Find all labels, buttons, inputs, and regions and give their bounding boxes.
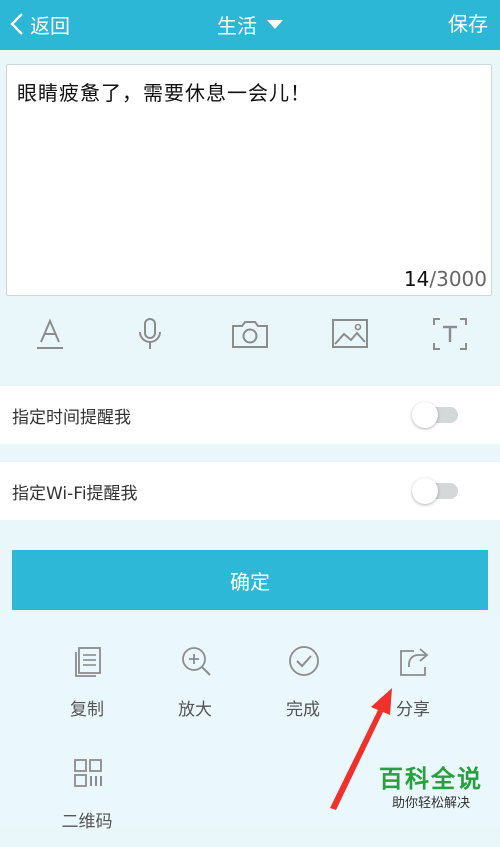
wifi-reminder-label: 指定Wi-Fi提醒我	[12, 483, 138, 504]
character-limit: /3000	[429, 267, 487, 291]
toggle-knob	[412, 478, 438, 504]
editor-toolbar	[0, 298, 500, 370]
time-reminder-row: 指定时间提醒我	[0, 386, 500, 444]
share-label: 分享	[396, 700, 430, 720]
character-count: 14	[403, 267, 430, 291]
watermark-subtitle: 助你轻松解决	[391, 796, 470, 811]
voice-input-button[interactable]	[120, 304, 180, 364]
watermark-logo: 百科全说 助你轻松解决	[372, 763, 490, 821]
toggle-knob	[412, 402, 438, 428]
save-button[interactable]: 保存	[448, 8, 488, 40]
qr-code-icon	[74, 759, 102, 787]
camera-icon	[232, 321, 268, 348]
caret-down-icon	[267, 19, 283, 29]
image-icon	[332, 319, 368, 348]
share-icon	[400, 648, 429, 676]
text-box-icon	[433, 318, 467, 350]
page-title: 生活	[217, 13, 257, 38]
qr-code-button[interactable]: 二维码	[42, 737, 132, 847]
done-button[interactable]: 完成	[258, 625, 348, 735]
note-editor[interactable]: 眼睛疲惫了，需要休息一会儿！ 14/3000	[6, 64, 492, 296]
wifi-reminder-row: 指定Wi-Fi提醒我	[0, 462, 500, 520]
zoom-in-icon	[182, 647, 211, 676]
done-label: 完成	[286, 700, 320, 720]
text-format-icon	[37, 318, 63, 349]
copy-button[interactable]: 复制	[42, 625, 132, 735]
category-selector[interactable]: 生活	[0, 8, 500, 40]
image-button[interactable]	[320, 304, 380, 364]
text-box-button[interactable]	[420, 304, 480, 364]
microphone-icon	[139, 318, 161, 349]
time-reminder-label: 指定时间提醒我	[12, 407, 131, 428]
time-reminder-toggle[interactable]	[412, 402, 458, 428]
confirm-button[interactable]: 确定	[12, 550, 488, 610]
zoom-in-button[interactable]: 放大	[150, 625, 240, 735]
wifi-reminder-toggle[interactable]	[412, 478, 458, 504]
character-counter: 14/3000	[404, 267, 487, 291]
qr-code-label: 二维码	[61, 812, 113, 832]
share-button[interactable]: 分享	[368, 625, 458, 735]
zoom-in-label: 放大	[178, 700, 212, 720]
note-text[interactable]: 眼睛疲惫了，需要休息一会儿！	[17, 77, 311, 106]
watermark-title: 百科全说	[379, 765, 483, 793]
check-circle-icon	[289, 646, 319, 676]
camera-button[interactable]	[220, 304, 280, 364]
top-bar: 返回 生活 保存	[0, 0, 500, 50]
copy-icon	[75, 647, 101, 677]
copy-label: 复制	[70, 700, 104, 720]
text-format-button[interactable]	[20, 304, 80, 364]
